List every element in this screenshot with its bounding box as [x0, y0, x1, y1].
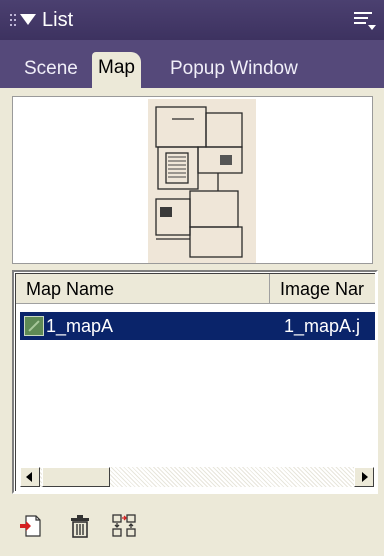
reorder-button[interactable]: [110, 512, 138, 540]
trash-icon: [71, 515, 89, 538]
scroll-left-button[interactable]: [20, 467, 40, 487]
panel-options-icon[interactable]: [354, 12, 376, 30]
column-header-image-name[interactable]: Image Nar: [270, 274, 375, 304]
panel-header: List: [0, 0, 384, 40]
new-map-button[interactable]: [18, 512, 46, 540]
image-name-cell: 1_mapA.j: [284, 316, 361, 336]
swap-order-icon: [112, 514, 136, 537]
map-list[interactable]: Map Name Image Nar 1_mapA 1_mapA.j: [12, 270, 378, 494]
horizontal-scrollbar[interactable]: [20, 467, 374, 487]
column-header-map-name[interactable]: Map Name: [16, 274, 270, 304]
tab-scene[interactable]: Scene: [24, 54, 78, 88]
map-preview: [12, 96, 373, 264]
drag-grip-icon[interactable]: [10, 14, 16, 30]
tab-map[interactable]: Map: [92, 52, 141, 88]
tab-strip: Scene Map Popup Window: [0, 40, 384, 88]
scroll-thumb[interactable]: [42, 467, 110, 487]
scroll-right-button[interactable]: [354, 467, 374, 487]
table-row[interactable]: 1_mapA 1_mapA.j: [20, 312, 375, 340]
floor-plan-thumbnail: [148, 99, 256, 263]
map-name-cell: 1_mapA: [46, 316, 114, 336]
delete-map-button[interactable]: [66, 512, 94, 540]
map-tab-content: Map Name Image Nar 1_mapA 1_mapA.j: [0, 88, 384, 556]
collapse-arrow-icon[interactable]: [20, 14, 36, 25]
new-map-icon: [20, 515, 41, 537]
map-icon: [24, 316, 44, 336]
panel-title: List: [42, 9, 74, 31]
tab-popup-window[interactable]: Popup Window: [170, 54, 298, 88]
